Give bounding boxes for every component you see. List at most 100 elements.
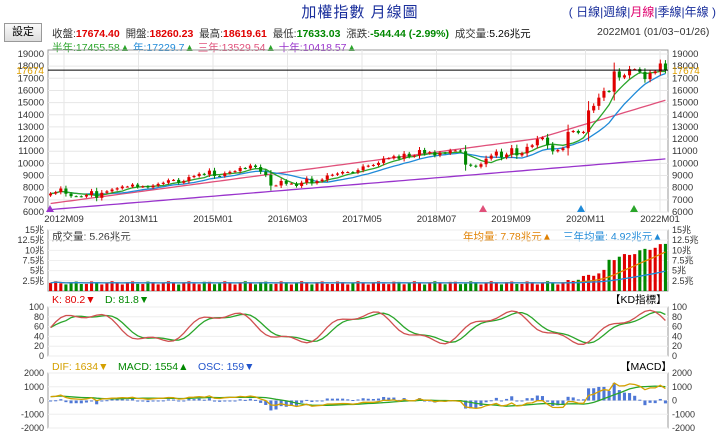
candle-body <box>361 166 365 171</box>
osc-bar <box>84 400 88 403</box>
price-tag-left: 17674 <box>16 66 44 77</box>
osc-bar <box>166 399 170 401</box>
osc-bar <box>525 398 529 401</box>
volume-bar <box>105 283 109 291</box>
volume-bar <box>182 282 186 291</box>
osc-bar <box>79 400 83 404</box>
volume-bar <box>59 283 63 291</box>
volume-bar <box>49 282 53 291</box>
macd-axis-right-label: 2000 <box>672 368 692 378</box>
candle-body <box>100 192 104 198</box>
kd-axis-left-label: 60 <box>34 322 44 332</box>
volume-bar <box>464 283 468 291</box>
osc-bar <box>648 400 652 403</box>
candle-body <box>346 172 350 174</box>
candle-body <box>289 183 293 185</box>
volume-bar <box>581 275 585 291</box>
osc-bar <box>74 400 78 404</box>
price-axis-left-label: 15000 <box>18 98 44 109</box>
volume-bar <box>371 282 375 291</box>
osc-bar <box>366 398 370 401</box>
volume-bar <box>535 284 539 291</box>
time-axis-label: 2020M11 <box>566 214 605 225</box>
volume-bar <box>284 282 288 291</box>
osc-bar <box>633 395 637 401</box>
candle-body <box>182 181 186 183</box>
kd-axis-left-label: 40 <box>34 331 44 341</box>
candle-body <box>622 75 626 78</box>
candle-body <box>448 150 452 154</box>
candle-body <box>566 131 570 149</box>
candle-body <box>653 71 657 74</box>
volume-bar <box>305 283 309 291</box>
ma-crossing-marker <box>577 205 585 212</box>
candle-body <box>474 165 478 167</box>
candle-body <box>212 170 217 176</box>
osc-bar <box>566 396 570 401</box>
macd-axis-right-label: -1000 <box>672 409 695 419</box>
candle-body <box>207 170 211 175</box>
osc-bar <box>248 398 252 401</box>
volume-bar <box>269 284 273 291</box>
osc-bar <box>530 398 534 401</box>
candle-body <box>330 174 334 176</box>
time-axis-label: 2017M05 <box>342 214 382 225</box>
candle-body <box>607 91 611 93</box>
volume-bar <box>233 284 237 291</box>
volume-bar <box>289 284 293 291</box>
volume-axis-right-label: 5兆 <box>672 266 686 276</box>
volume-bar <box>228 282 232 291</box>
candle-body <box>382 158 386 163</box>
volume-bar <box>361 282 365 291</box>
volume-bar <box>515 283 519 291</box>
osc-bar <box>494 397 498 401</box>
candle-body <box>581 131 585 133</box>
volume-bar <box>602 269 606 291</box>
dif-value-label: DIF: 1634▼ <box>52 361 109 373</box>
osc-bar <box>320 400 324 402</box>
osc-bar <box>330 398 334 401</box>
candle-body <box>556 150 560 152</box>
osc-bar <box>218 400 222 402</box>
candle-body <box>525 146 529 154</box>
osc-bar <box>156 400 160 402</box>
osc-bar <box>136 400 140 402</box>
kd-axis-right-label: 100 <box>672 302 687 312</box>
macd-axis-right-label: 0 <box>672 396 677 406</box>
ma-crossing-marker <box>46 205 54 212</box>
macd-axis-left-label: -1000 <box>21 409 44 419</box>
candle-body <box>469 164 473 166</box>
candle-body <box>484 158 488 165</box>
volume-bar <box>663 243 667 291</box>
osc-bar <box>638 399 642 401</box>
time-axis-label: 2013M11 <box>119 214 158 225</box>
osc-bar <box>617 390 621 401</box>
candle-body <box>325 175 329 180</box>
three-year-average-volume-label: 三年均量: 4.92兆元▲ <box>563 230 663 243</box>
candle-body <box>187 177 191 182</box>
candle-body <box>479 164 483 167</box>
volume-bar <box>633 254 637 291</box>
osc-bar <box>197 398 201 401</box>
candle-body <box>407 153 411 157</box>
candle-body <box>166 180 170 183</box>
volume-bar <box>212 284 217 291</box>
macd-axis-left-label: -2000 <box>21 423 44 431</box>
volume-bar <box>443 284 447 291</box>
price-tag-right: 17674 <box>672 66 700 77</box>
osc-bar <box>335 398 340 401</box>
candle-body <box>218 175 222 177</box>
volume-bar <box>438 283 442 291</box>
volume-bar <box>64 284 68 291</box>
candle-body <box>464 151 468 165</box>
price-axis-right-label: 12000 <box>672 134 698 145</box>
volume-bar <box>310 284 314 291</box>
osc-bar <box>515 400 519 402</box>
stock-chart[interactable]: 19000 1900018000 1800017000 1700016000 16000… <box>0 0 720 431</box>
volume-bar <box>387 284 391 291</box>
candle-body <box>156 183 160 186</box>
osc-bar <box>474 400 478 409</box>
macd-value-label: MACD: 1554▲ <box>118 361 189 373</box>
volume-bar <box>218 283 222 291</box>
year-average-volume-line <box>50 251 666 284</box>
